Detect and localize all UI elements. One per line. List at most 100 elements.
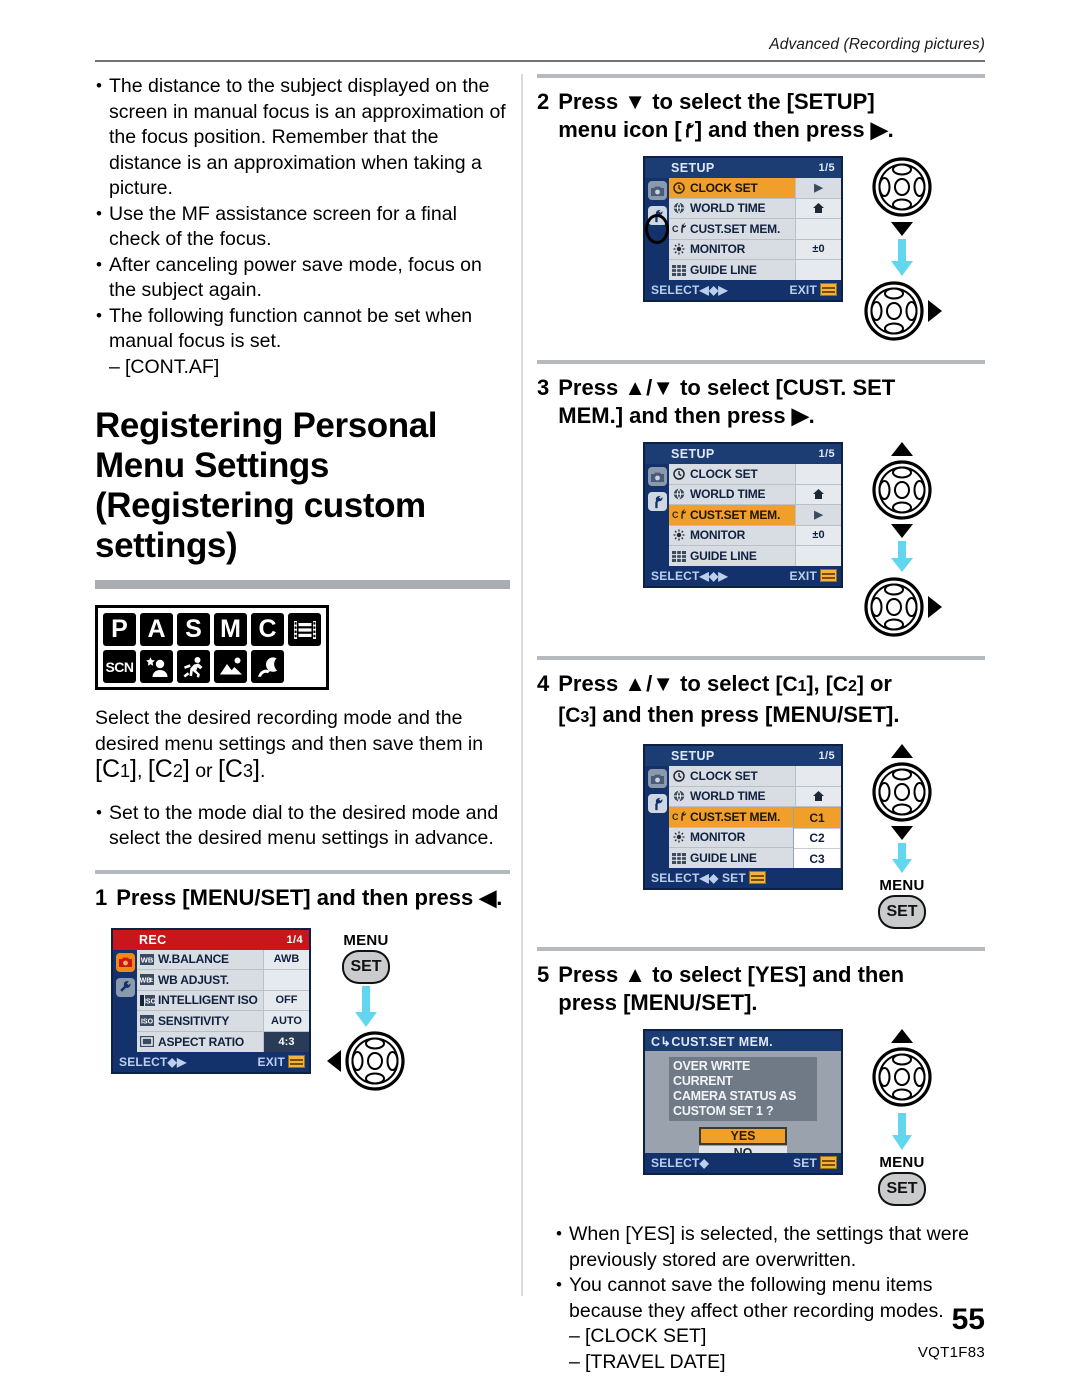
step-sep-1: , <box>813 671 826 696</box>
table-row[interactable]: ISO SENSITIVITY AUTO <box>137 1011 309 1032</box>
menu-set-button[interactable]: MENU SET <box>878 1154 926 1206</box>
submenu-item-c1[interactable]: C1 <box>794 808 840 829</box>
menu-tabs <box>645 766 669 870</box>
movie-icon <box>288 613 321 646</box>
screen-body: CLOCK SET ▶ WORLD TIME C CUST.SET MEM. M… <box>645 178 841 282</box>
wb-icon: WB <box>139 953 155 966</box>
table-row[interactable]: CLOCK SET <box>669 766 841 787</box>
right-column: 2 Press ▼ to select the [SETUP] menu ico… <box>537 74 985 1375</box>
row-label: MONITOR <box>690 242 746 257</box>
cyan-down-arrow-icon <box>891 239 913 276</box>
row-label: ASPECT RATIO <box>158 1034 245 1049</box>
svg-text:±: ± <box>149 977 153 984</box>
page-indicator: 1/5 <box>818 448 835 460</box>
table-row[interactable]: WORLD TIME <box>669 484 841 505</box>
dpad-icon[interactable] <box>871 459 933 521</box>
step-3-figure: SETUP 1/5 CLOCK SET WORLD TIME C CUST.SE… <box>537 442 985 638</box>
screen-footer: SELECT◆▶ EXIT <box>113 1051 309 1072</box>
header-rule <box>95 60 985 62</box>
step-4-controls: MENU SET <box>859 744 945 929</box>
table-row[interactable]: CLOCK SET ▶ <box>669 178 841 199</box>
up-arrow-icon <box>891 442 913 456</box>
table-row[interactable]: C CUST.SET MEM. <box>669 219 841 240</box>
dpad-icon[interactable] <box>344 1030 406 1092</box>
wrench-tab-icon[interactable] <box>647 794 667 813</box>
table-row[interactable]: WORLD TIME <box>669 786 841 807</box>
mode-p-icon: P <box>103 613 136 646</box>
svg-text:C: C <box>672 224 679 234</box>
down-arrow-icon <box>891 222 913 236</box>
svg-text:ISO: ISO <box>143 998 154 1005</box>
table-row[interactable]: C CUST.SET MEM. ▶ <box>669 505 841 526</box>
clock-icon <box>671 769 687 782</box>
step-1-figure: REC 1/4 WB W.BALANCE AWB WB ± WB ADJUST.… <box>95 927 510 1092</box>
menu-set-button[interactable]: MENU SET <box>342 932 390 984</box>
row-label: CUST.SET MEM. <box>690 809 781 824</box>
footer-exit-label: EXIT <box>790 283 837 297</box>
table-row[interactable]: CLOCK SET <box>669 464 841 485</box>
step-5-figure: C↳CUST.SET MEM. OVER WRITE CURRENT CAMER… <box>537 1029 985 1206</box>
screen-body: CLOCK SET WORLD TIME C CUST.SET MEM. C1 <box>645 766 841 870</box>
table-row[interactable]: ISO INTELLIGENT ISO OFF <box>137 990 309 1011</box>
dpad-icon[interactable] <box>871 761 933 823</box>
page-indicator: 1/5 <box>818 750 835 762</box>
step-text-line2: press [MENU/SET]. <box>558 990 758 1015</box>
row-value <box>263 970 309 990</box>
screen-body: CLOCK SET WORLD TIME C CUST.SET MEM. ▶ M… <box>645 464 841 568</box>
menu-button-glyph <box>748 871 766 884</box>
step-5: 5 Press ▲ to select [YES] and then press… <box>537 961 985 1017</box>
step-1: 1 Press [MENU/SET] and then press ◀. <box>95 884 510 912</box>
column-divider <box>521 74 523 1296</box>
scenery-icon <box>214 650 247 683</box>
yes-button[interactable]: YES <box>699 1127 787 1145</box>
footer-select-label: SELECT◀◆ SET <box>651 871 766 885</box>
submenu-item-c3[interactable]: C3 <box>794 849 840 870</box>
table-row[interactable]: GUIDE LINE <box>669 546 841 567</box>
step-rule <box>537 947 985 951</box>
step-rule <box>537 360 985 364</box>
table-row[interactable]: WORLD TIME <box>669 198 841 219</box>
step-text-line2b: ] and then press ▶. <box>694 117 894 142</box>
list-item: The distance to the subject displayed on… <box>95 73 510 202</box>
camera-tab-icon[interactable] <box>647 181 667 200</box>
cyan-down-arrow-icon <box>891 541 913 572</box>
camera-tab-icon[interactable] <box>115 952 135 972</box>
right-arrow-icon <box>927 300 942 322</box>
camera-tab-icon[interactable] <box>647 467 667 486</box>
menu-button-glyph <box>820 569 837 582</box>
table-row[interactable]: MONITOR ±0 <box>669 239 841 260</box>
rec-menu-screen: REC 1/4 WB W.BALANCE AWB WB ± WB ADJUST.… <box>111 927 311 1074</box>
dpad-icon[interactable] <box>871 156 933 218</box>
step-3: 3 Press ▲/▼ to select [CUST. SET MEM.] a… <box>537 374 985 430</box>
camera-tab-icon[interactable] <box>647 769 667 788</box>
wrench-tab-icon[interactable] <box>647 492 667 511</box>
dialog-message: OVER WRITE CURRENT CAMERA STATUS AS CUST… <box>669 1057 817 1121</box>
table-row[interactable]: WB W.BALANCE AWB <box>137 949 309 970</box>
menu-set-button[interactable]: MENU SET <box>878 877 926 929</box>
set-label: SET <box>878 895 926 929</box>
table-row[interactable]: MONITOR ±0 <box>669 525 841 546</box>
page-indicator: 1/5 <box>818 162 835 174</box>
row-label: CLOCK SET <box>690 180 758 195</box>
table-row[interactable]: WB ± WB ADJUST. <box>137 970 309 991</box>
table-row[interactable]: GUIDE LINE <box>669 260 841 281</box>
table-row[interactable]: ASPECT RATIO 4:3 <box>137 1031 309 1052</box>
mode-s-icon: S <box>177 613 210 646</box>
dpad-icon[interactable] <box>863 576 925 638</box>
screen-title: REC <box>139 932 167 947</box>
step-text-line1: Press ▲/▼ to select [CUST. SET <box>558 375 896 400</box>
step-1-controls: MENU SET <box>323 928 409 1092</box>
dialog-body: OVER WRITE CURRENT CAMERA STATUS AS CUST… <box>645 1051 841 1160</box>
custom-set-token-c2: [C2] <box>825 673 864 696</box>
menu-button-glyph <box>820 1156 837 1169</box>
list-item: The following function cannot be set whe… <box>95 303 510 355</box>
submenu-item-c2[interactable]: C2 <box>794 829 840 849</box>
dpad-icon[interactable] <box>863 280 925 342</box>
step-text-line1: Press ▼ to select the [SETUP] <box>558 89 875 114</box>
row-value <box>795 464 841 484</box>
wrench-tab-icon[interactable] <box>115 977 135 997</box>
row-label: GUIDE LINE <box>690 851 757 866</box>
intro-end: . <box>259 760 266 782</box>
dpad-icon[interactable] <box>871 1046 933 1108</box>
clock-icon <box>671 467 687 480</box>
